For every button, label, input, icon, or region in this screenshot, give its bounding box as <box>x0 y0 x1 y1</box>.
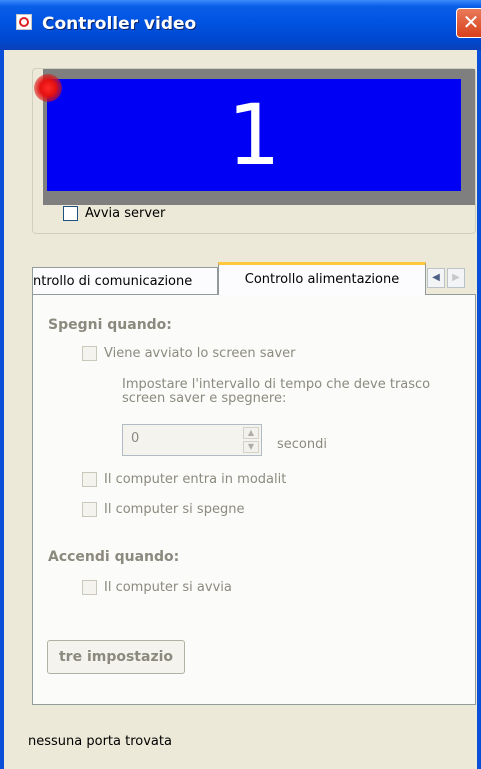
stepper-down-icon[interactable]: ▼ <box>243 441 259 453</box>
screensaver-label: Viene avviato lo screen saver <box>104 346 296 361</box>
tab-label: ntrollo di comunicazione <box>33 274 193 289</box>
display-number: 1 <box>227 86 281 184</box>
other-settings-button[interactable]: tre impostazio <box>47 640 185 674</box>
interval-unit: secondi <box>277 437 327 452</box>
tab-scroll-right-icon[interactable]: ▶ <box>447 268 465 288</box>
close-button[interactable]: ✕ <box>456 8 481 38</box>
app-icon <box>16 14 32 30</box>
display-preview: 1 <box>43 69 475 205</box>
stepper-buttons: ▲ ▼ <box>243 427 259 453</box>
standby-label: Il computer entra in modalit <box>104 472 287 487</box>
interval-stepper[interactable]: 0 ▲ ▼ <box>122 424 262 456</box>
close-icon: ✕ <box>462 10 480 34</box>
status-text: nessuna porta trovata <box>28 734 172 749</box>
tab-power-control[interactable]: Controllo alimentazione <box>218 262 426 295</box>
tab-communication-control[interactable]: ntrollo di comunicazione <box>32 267 218 295</box>
standby-checkbox[interactable] <box>82 472 97 487</box>
interval-value[interactable]: 0 <box>131 431 139 446</box>
tab-scroll-left-icon[interactable]: ◀ <box>427 268 445 288</box>
shutdown-checkbox[interactable] <box>82 502 97 517</box>
interval-description: Impostare l'intervallo di tempo che deve… <box>122 378 472 406</box>
status-led-icon <box>34 74 62 102</box>
screensaver-checkbox[interactable] <box>82 346 97 361</box>
tab-label: Controllo alimentazione <box>244 272 400 287</box>
shutdown-label: Il computer si spegne <box>104 502 245 517</box>
startup-checkbox-row[interactable]: Il computer si avvia <box>82 580 232 595</box>
startup-label: Il computer si avvia <box>104 580 232 595</box>
power-off-heading: Spegni quando: <box>48 317 172 333</box>
interval-description-line: screen saver e spegnere: <box>122 391 287 406</box>
standby-checkbox-row[interactable]: Il computer entra in modalit <box>82 472 286 487</box>
power-on-heading: Accendi quando: <box>48 549 180 565</box>
interval-description-line: Impostare l'intervallo di tempo che deve… <box>122 378 431 392</box>
window-title: Controller video <box>42 14 197 34</box>
start-server-checkbox-row[interactable]: Avvia server <box>63 206 165 221</box>
stepper-up-icon[interactable]: ▲ <box>243 427 259 439</box>
screensaver-checkbox-row[interactable]: Viene avviato lo screen saver <box>82 346 296 361</box>
startup-checkbox[interactable] <box>82 580 97 595</box>
window-frame-right <box>477 0 481 769</box>
start-server-label: Avvia server <box>85 206 166 221</box>
start-server-checkbox[interactable] <box>63 206 78 221</box>
display-screen[interactable]: 1 <box>47 79 461 191</box>
title-bar[interactable]: Controller video ✕ <box>0 0 481 50</box>
tab-scroll-buttons: ◀ ▶ <box>427 268 475 288</box>
shutdown-checkbox-row[interactable]: Il computer si spegne <box>82 502 244 517</box>
